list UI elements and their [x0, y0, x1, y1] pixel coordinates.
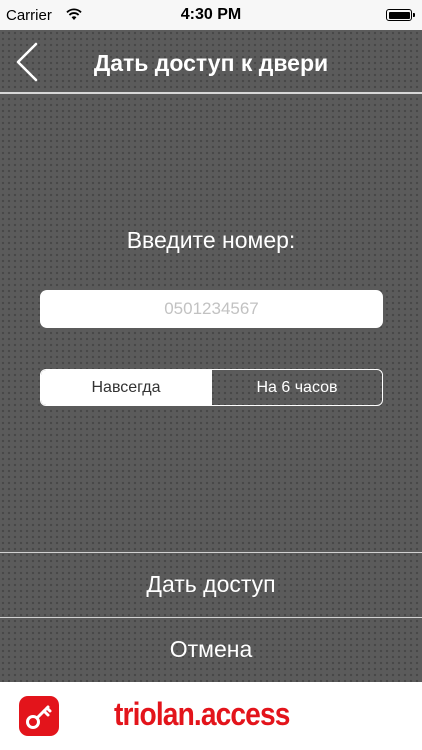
battery-icon [386, 9, 415, 21]
status-time: 4:30 PM [180, 6, 242, 23]
grant-access-button[interactable]: Дать доступ [0, 552, 422, 616]
page-title: Дать доступ к двери [93, 50, 329, 76]
segment-forever[interactable]: Навсегда [41, 370, 211, 405]
key-icon [26, 705, 52, 729]
navigation-bar: Дать доступ к двери [0, 30, 422, 94]
footer-banner: triolan.access [0, 682, 422, 750]
app-logo [19, 696, 59, 736]
main-content: Дать доступ к двери Введите номер: Навсе… [0, 30, 422, 682]
brand-name: triolan.access [114, 696, 290, 732]
duration-segmented-control: Навсегда На 6 часов [40, 369, 383, 406]
phone-prompt-label: Введите номер: [126, 227, 296, 253]
phone-number-input[interactable] [40, 290, 383, 328]
segment-6-hours[interactable]: На 6 часов [211, 370, 382, 405]
status-bar: Carrier 4:30 PM [0, 0, 422, 30]
cancel-button[interactable]: Отмена [0, 617, 422, 681]
